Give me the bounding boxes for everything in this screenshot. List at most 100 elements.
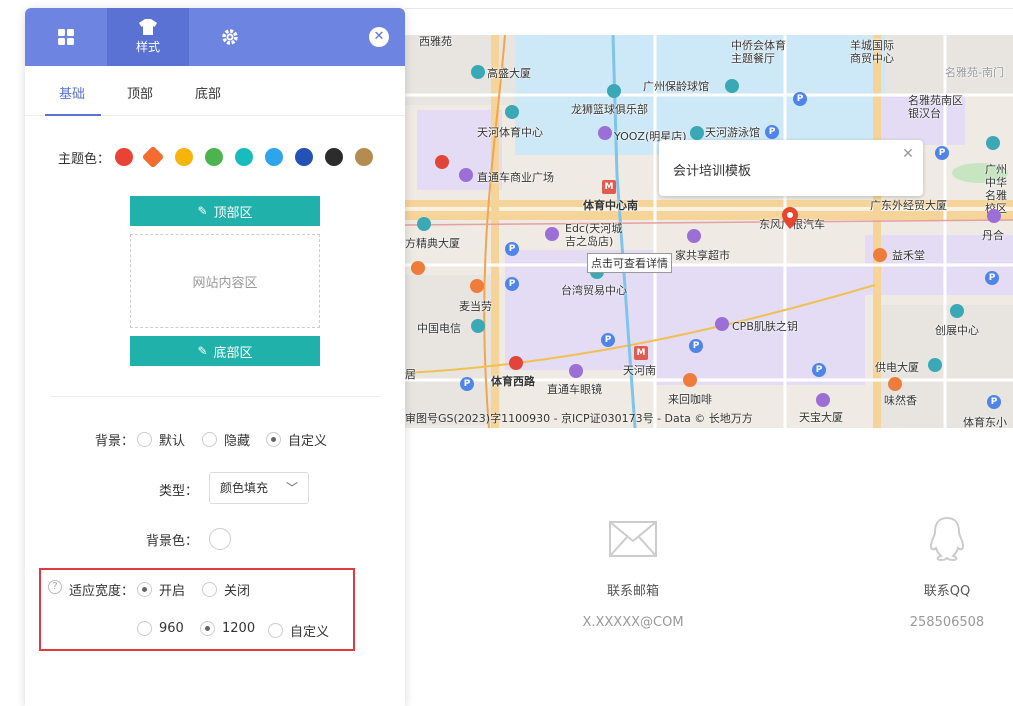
tab-style[interactable]: 样式 [107,8,189,66]
map-label: 麦当劳 [459,300,492,313]
map-poi-icon [690,126,704,140]
map-poi-icon [459,168,473,182]
map-label: 高盛大厦 [487,67,531,80]
background-option-hidden[interactable]: 隐藏 [202,430,250,449]
parking-icon: P [935,146,949,160]
map-label: 丹合 [982,229,1004,242]
radio-label: 自定义 [288,434,328,449]
panel-subtabs: 基础 顶部 底部 [25,66,405,116]
radio-dot [266,432,281,447]
map-label: 广州中华 名雅校区 [985,163,1007,215]
map-poi-icon [950,304,964,318]
map-label: Edc(天河城 吉之岛店) [565,222,623,248]
map-marker-icon[interactable] [782,207,798,229]
map-label: 味然香 [884,394,917,407]
popup-close-icon[interactable]: ✕ [901,147,915,161]
background-option-custom[interactable]: 自定义 [266,430,327,449]
map-label: 西雅苑 [419,35,452,48]
parking-icon: P [765,125,779,139]
map-label: 广州保龄球馆 [643,80,709,93]
map-label: 家共享超市 [675,249,730,262]
chevron-down-icon: ﹀ [285,481,298,495]
pencil-icon: ✎ [197,344,208,358]
section-divider [50,396,380,397]
panel-tab-bar: 样式 ✕ [25,8,405,66]
radio-label: 隐藏 [224,434,251,449]
contact-email-value: X.XXXXX@COM [582,615,684,630]
map-poi-icon [411,261,425,275]
background-option-default[interactable]: 默认 [137,430,185,449]
mail-icon [553,514,713,564]
tab-layout[interactable] [25,8,107,66]
map-poi-icon [471,65,485,79]
theme-color-swatch[interactable] [115,148,133,166]
qq-icon [867,514,1013,564]
theme-color-label: 主题色： [58,152,111,167]
contact-qq: 联系QQ 258506508 [867,514,1013,630]
contact-qq-value: 258506508 [909,615,985,630]
map-poi-icon [725,79,739,93]
map-poi-icon [928,358,942,372]
type-label: 类型： [159,484,199,499]
content-zone-label: 网站内容区 [192,275,258,291]
footer-zone-label: 底部区 [213,345,253,361]
map-label: 名雅苑-南门 [945,66,1004,79]
map-label: 台湾贸易中心 [561,284,627,297]
theme-color-swatch[interactable] [265,148,283,166]
type-select[interactable]: 颜色填充 ﹀ [209,472,309,504]
bg-color-picker[interactable] [209,528,231,550]
theme-color-swatch[interactable] [141,145,165,169]
content-zone: 网站内容区 [130,234,320,328]
header-zone-button[interactable]: ✎ 顶部区 [130,196,320,226]
grid-icon [58,29,74,45]
map-label: 体育中心南 [583,199,638,212]
bg-color-label: 背景色： [146,534,199,549]
theme-color-swatch[interactable] [235,148,253,166]
subtab-header[interactable]: 顶部 [127,83,153,102]
theme-color-swatch[interactable] [355,148,373,166]
map-poi-icon [470,279,484,293]
map-label: 方精典大厦 [405,237,460,250]
subtab-footer[interactable]: 底部 [195,83,221,102]
map-poi-icon [417,217,431,231]
type-select-value: 颜色填充 [220,481,269,495]
theme-color-swatch[interactable] [325,148,343,166]
theme-color-swatch[interactable] [295,148,313,166]
panel-close-icon[interactable]: ✕ [369,27,389,47]
map-label: 体育西路 [491,375,535,388]
parking-icon: P [505,242,519,256]
kfc-icon [435,155,449,169]
map-poi-icon [545,227,559,241]
highlight-box [39,568,355,651]
map-poi-icon [986,136,1000,150]
map-label: 龙狮篮球俱乐部 [571,103,648,116]
map-label: 益禾堂 [892,249,925,262]
footer-zone-button[interactable]: ✎ 底部区 [130,336,320,366]
parking-icon: P [812,363,826,377]
radio-dot [202,432,217,447]
map-poi-icon [687,229,701,243]
tab-settings[interactable] [189,8,271,66]
radio-dot [137,432,152,447]
contact-qq-label: 联系QQ [923,584,971,599]
theme-color-swatch[interactable] [205,148,223,166]
parking-icon: P [987,395,1001,409]
parking-icon: P [793,92,807,106]
map-poi-icon [509,356,523,370]
map-poi-icon [505,105,519,119]
theme-color-swatch[interactable] [175,148,193,166]
map-label: 直通车商业广场 [477,171,554,184]
map-label: 中国电信 [417,322,461,335]
parking-icon: P [460,377,474,391]
map-tooltip: 点击可查看详情 [587,253,672,273]
map[interactable]: 西雅苑 中侨会体育 主题餐厅 羊城国际 商贸中心 名雅苑-南门 高盛大厦 广州保… [405,35,1013,428]
contact-email: 联系邮箱 X.XXXXX@COM [553,514,713,630]
map-info-popup: 会计培训模板 ✕ [659,140,923,196]
tab-style-label: 样式 [135,40,160,54]
map-poi-icon [816,393,830,407]
map-poi-icon [471,319,485,333]
pencil-icon: ✎ [197,204,208,218]
subtab-basic[interactable]: 基础 [59,83,85,102]
map-poi-icon [607,84,621,98]
map-label: 创展中心 [935,324,979,337]
